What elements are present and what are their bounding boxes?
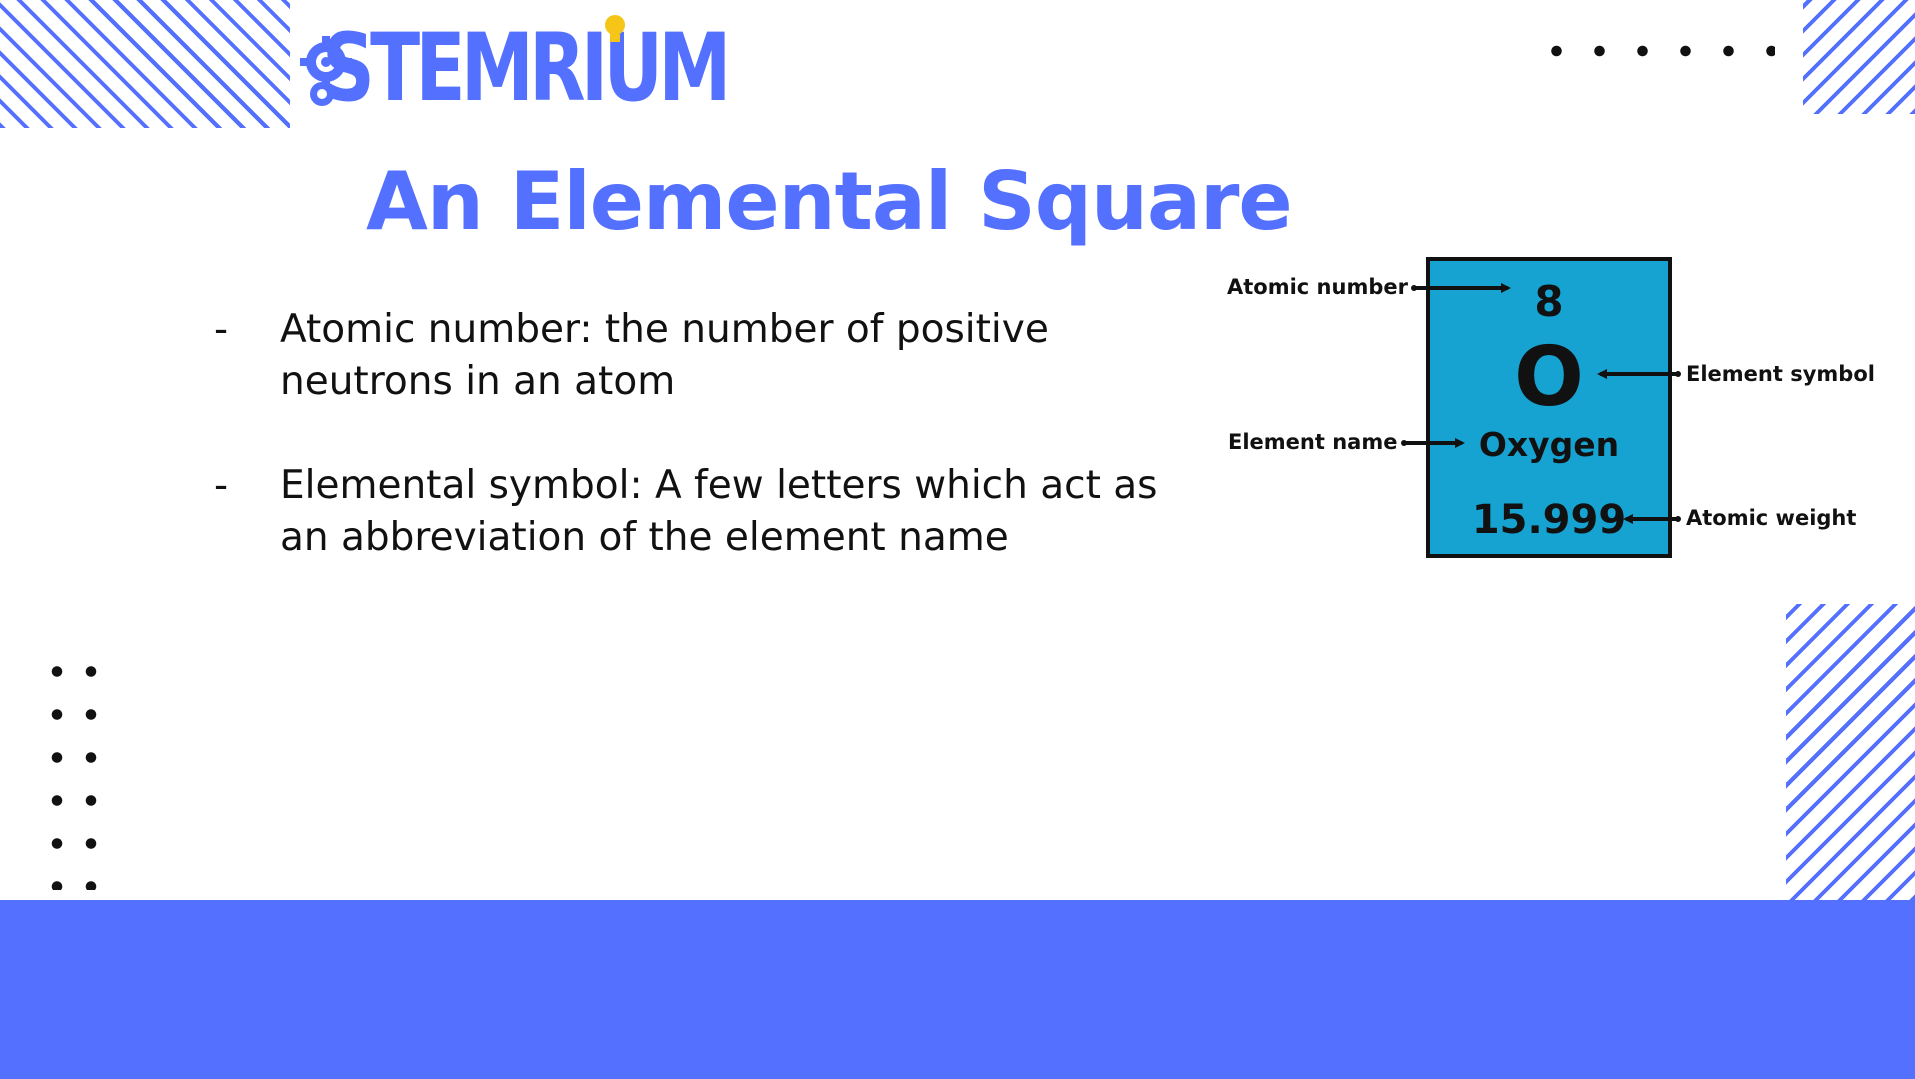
slide-title: An Elemental Square <box>366 155 1293 248</box>
bullet-text: Elemental symbol: A few letters which ac… <box>280 463 1158 560</box>
logo-wordmark: STEMRIUM <box>322 14 731 123</box>
bullet-text: Atomic number: the number of positive ne… <box>280 307 1049 404</box>
bullet-item-elemental-symbol: - Elemental symbol: A few letters which … <box>210 460 1170 564</box>
element-name-value: Oxygen <box>1478 425 1620 464</box>
element-symbol-value: O <box>1514 330 1584 425</box>
lightbulb-icon <box>605 15 625 42</box>
bullet-dash: - <box>214 307 229 352</box>
element-square: 8 O Oxygen 15.999 <box>1426 257 1672 558</box>
bullet-dash: - <box>214 463 229 508</box>
footer-band <box>0 900 1915 1079</box>
dot-grid-left <box>40 650 100 890</box>
stemrium-logo: STEMRIUM <box>300 12 800 122</box>
bullet-list: - Atomic number: the number of positive … <box>210 304 1170 616</box>
label-element-symbol: Element symbol <box>1686 362 1875 386</box>
atomic-number-value: 8 <box>1534 277 1564 326</box>
bullet-item-atomic-number: - Atomic number: the number of positive … <box>210 304 1170 408</box>
label-atomic-weight: Atomic weight <box>1686 506 1857 530</box>
atomic-weight-value: 15.999 <box>1471 497 1627 543</box>
label-element-name: Element name <box>1228 430 1398 454</box>
hatch-decoration-top-left <box>0 0 290 128</box>
hatch-decoration-bottom-right <box>1786 604 1915 900</box>
label-atomic-number: Atomic number <box>1227 275 1408 299</box>
dot-grid-top-right <box>1535 30 1775 86</box>
hatch-decoration-top-right <box>1803 0 1915 114</box>
